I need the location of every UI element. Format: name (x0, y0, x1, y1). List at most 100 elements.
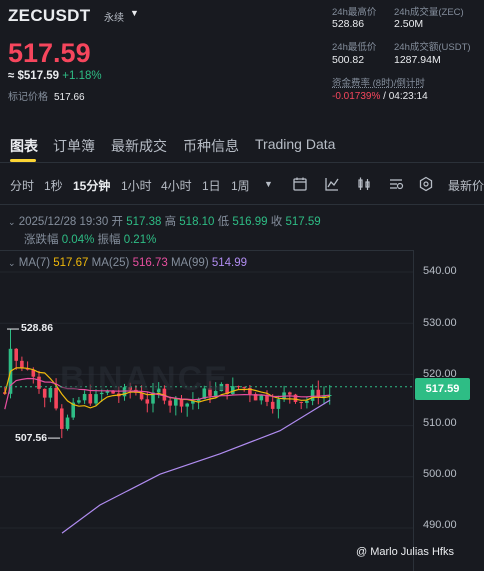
tab-latest-trades[interactable]: 最新成交 (111, 136, 167, 156)
tab-orderbook[interactable]: 订单簿 (53, 136, 95, 156)
candle-body (60, 408, 64, 429)
candle-body (259, 395, 264, 401)
candle-body (236, 386, 241, 388)
candle-body (299, 401, 303, 403)
vol-usdt-label: 24h成交额(USDT) (394, 42, 471, 53)
y-tick: 540.00 (423, 265, 457, 277)
ma7-label: MA(7) (18, 257, 51, 269)
ma-legend: ⌄ MA(7) 517.67 MA(25) 516.73 MA(99) 514.… (8, 257, 247, 269)
calendar-icon[interactable] (292, 176, 308, 192)
chart-divider (0, 250, 413, 251)
ma7-value: 517.67 (53, 257, 89, 269)
candle-body (276, 399, 281, 409)
candle-body (145, 399, 150, 404)
latest-price-button[interactable]: 最新价 (448, 177, 484, 194)
interval-toolbar: 分时 1秒 15分钟 1小时 4小时 1日 1周 ▼ 最新价 (0, 166, 484, 205)
usd-price-line: ≈ $517.59 +1.18% (8, 70, 102, 82)
symbol-title[interactable]: ZECUSDT (8, 6, 90, 26)
y-tick: 510.00 (423, 417, 457, 429)
interval-4h[interactable]: 4小时 (161, 177, 192, 194)
chevron-down-icon[interactable]: ▼ (130, 8, 139, 18)
tab-chart[interactable]: 图表 (10, 136, 38, 156)
indicator-icon[interactable] (324, 176, 340, 192)
vol-usdt-value: 1287.94M (394, 54, 441, 66)
y-tick: 490.00 (423, 519, 457, 531)
change-value: 0.04% (61, 234, 95, 246)
amplitude-value: 0.21% (123, 234, 157, 246)
close-value: 517.59 (285, 216, 321, 228)
vol-zec-label: 24h成交量(ZEC) (394, 7, 464, 18)
candle-body (270, 401, 275, 409)
mark-price-line: 标记价格 517.66 (8, 88, 85, 103)
candle-body (174, 398, 178, 406)
interval-time[interactable]: 分时 (10, 177, 34, 194)
mark-price-label: 标记价格 (8, 92, 48, 103)
chart-settings-icon[interactable] (388, 176, 404, 192)
price-axis-divider (413, 250, 414, 571)
main-tabs: 图表 订单簿 最新成交 币种信息 Trading Data (0, 132, 484, 163)
candle-body (185, 403, 189, 407)
more-intervals-chevron-icon[interactable]: ▼ (264, 179, 273, 189)
candle-body (231, 386, 235, 394)
candle-body (48, 387, 53, 398)
contract-type-tag: 永续 (104, 13, 124, 24)
ma99-value: 514.99 (211, 257, 248, 269)
low-24h-value: 500.82 (332, 54, 365, 66)
candle-body (20, 360, 24, 369)
ma25-value: 516.73 (132, 257, 168, 269)
candle-body (310, 389, 315, 401)
change-percent: +1.18% (62, 70, 102, 82)
last-price: 517.59 (8, 38, 91, 68)
funding-rate: -0.01739% (332, 91, 381, 102)
change-line: 涨跌幅 0.04% 振幅 0.21% (24, 231, 156, 247)
high-label: 高 (164, 216, 177, 228)
candle-body (242, 387, 246, 389)
author-credit: @ Marlo Julias Hfks (356, 546, 454, 558)
usd-price: ≈ $517.59 (8, 70, 60, 82)
interval-1s[interactable]: 1秒 (44, 177, 63, 194)
interval-1d[interactable]: 1日 (202, 177, 221, 194)
ma-collapse-chevron-icon[interactable]: ⌄ (8, 258, 16, 268)
collapse-chevron-icon[interactable]: ⌄ (8, 217, 16, 227)
candle-body (305, 400, 309, 403)
funding-separator: / (383, 91, 386, 102)
tab-trading-data[interactable]: Trading Data (255, 136, 335, 152)
candlestick-chart[interactable] (0, 250, 484, 571)
interval-15m[interactable]: 15分钟 (73, 177, 110, 194)
candle-body (42, 388, 47, 398)
interval-1w[interactable]: 1周 (231, 177, 250, 194)
funding-line: -0.01739% / 04:23:14 (332, 91, 428, 102)
funding-rate-label[interactable]: 资金费率 (8时)/倒计时 (332, 75, 425, 89)
low-24h-label: 24h最低价 (332, 42, 377, 53)
candle-body (65, 417, 70, 429)
hexagon-settings-icon[interactable] (418, 176, 434, 192)
binance-watermark: BINANCE (60, 360, 229, 398)
tab-coin-info[interactable]: 币种信息 (183, 136, 239, 156)
current-price-tag: 517.59 (415, 378, 470, 400)
candle-body (168, 400, 172, 406)
y-tick: 530.00 (423, 317, 457, 329)
active-tab-indicator (10, 159, 36, 162)
low-label: 低 (217, 216, 230, 228)
ma99-label: MA(99) (170, 257, 209, 269)
candle-datetime: 2025/12/28 19:30 (18, 216, 109, 228)
high-24h-label: 24h最高价 (332, 7, 377, 18)
candle-body (77, 400, 81, 403)
mark-price: 517.66 (54, 92, 85, 103)
open-label: 开 (111, 216, 123, 228)
candle-type-icon[interactable] (356, 176, 372, 192)
high-value: 518.10 (179, 216, 215, 228)
interval-1h[interactable]: 1小时 (121, 177, 152, 194)
vol-zec-value: 2.50M (394, 18, 424, 30)
candle-body (54, 387, 58, 409)
candle-body (288, 392, 292, 395)
open-value: 517.38 (126, 216, 162, 228)
ohlc-line: ⌄ 2025/12/28 19:30 开 517.38 高 518.10 低 5… (8, 213, 321, 229)
low-marker-label: 507.56 (15, 432, 48, 444)
y-tick: 500.00 (423, 468, 457, 480)
amplitude-label: 振幅 (97, 234, 121, 246)
candle-body (14, 348, 18, 361)
low-value: 516.99 (232, 216, 268, 228)
ma25-label: MA(25) (91, 257, 130, 269)
high-24h-value: 528.86 (332, 18, 365, 30)
